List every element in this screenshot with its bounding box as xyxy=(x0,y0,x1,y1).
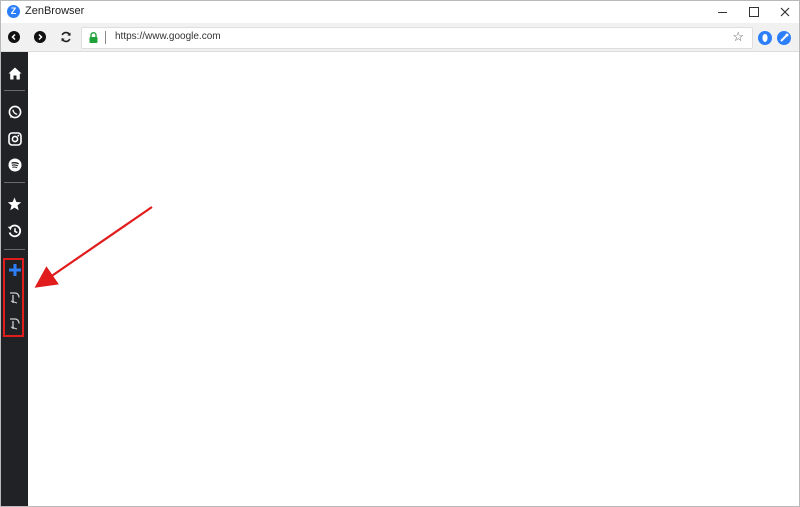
close-button[interactable] xyxy=(770,1,800,23)
sidebar-item-favorites[interactable] xyxy=(1,193,28,215)
whatsapp-icon xyxy=(8,105,21,119)
sidebar-divider xyxy=(4,182,25,183)
sidebar-item-instagram[interactable] xyxy=(1,128,28,150)
close-icon xyxy=(780,7,790,17)
reload-button[interactable] xyxy=(59,30,73,44)
minimize-button[interactable] xyxy=(707,1,737,23)
extension-shield-icon[interactable] xyxy=(758,31,772,45)
back-button[interactable] xyxy=(7,30,21,44)
sidebar-item-home[interactable] xyxy=(1,62,28,84)
maximize-button[interactable] xyxy=(739,1,769,23)
sidebar-item-whatsapp[interactable] xyxy=(1,101,28,123)
sidebar-divider xyxy=(4,249,25,250)
sidebar-item-spotify[interactable] xyxy=(1,154,28,176)
extension-app-icon[interactable] xyxy=(777,31,791,45)
lock-icon xyxy=(89,32,98,43)
chevron-left-icon xyxy=(8,31,20,43)
minimize-icon xyxy=(717,11,727,13)
sidebar-divider xyxy=(4,90,25,91)
reload-icon xyxy=(61,31,71,43)
forward-button[interactable] xyxy=(33,30,47,44)
zenbrowser-logo-icon: Z xyxy=(7,5,20,18)
bookmark-star-icon[interactable]: ☆ xyxy=(732,29,744,45)
address-divider xyxy=(105,31,106,44)
star-icon xyxy=(7,197,22,211)
history-icon xyxy=(7,224,22,238)
title-bar: Z ZenBrowser xyxy=(1,1,799,23)
navigation-toolbar: https://www.google.com ☆ xyxy=(1,23,799,52)
address-bar[interactable]: https://www.google.com ☆ xyxy=(81,27,753,49)
browser-window: Z ZenBrowser https://www.google.com ☆ xyxy=(0,0,800,507)
chevron-right-icon xyxy=(34,31,46,43)
home-icon xyxy=(8,67,21,79)
url-text[interactable]: https://www.google.com xyxy=(115,31,221,42)
instagram-icon xyxy=(7,132,22,146)
window-title: ZenBrowser xyxy=(25,5,85,17)
spotify-icon xyxy=(8,158,21,172)
sidebar-item-history[interactable] xyxy=(1,220,28,242)
maximize-icon xyxy=(749,7,759,17)
web-content-area[interactable] xyxy=(28,52,799,506)
annotation-highlight-box xyxy=(3,258,24,337)
